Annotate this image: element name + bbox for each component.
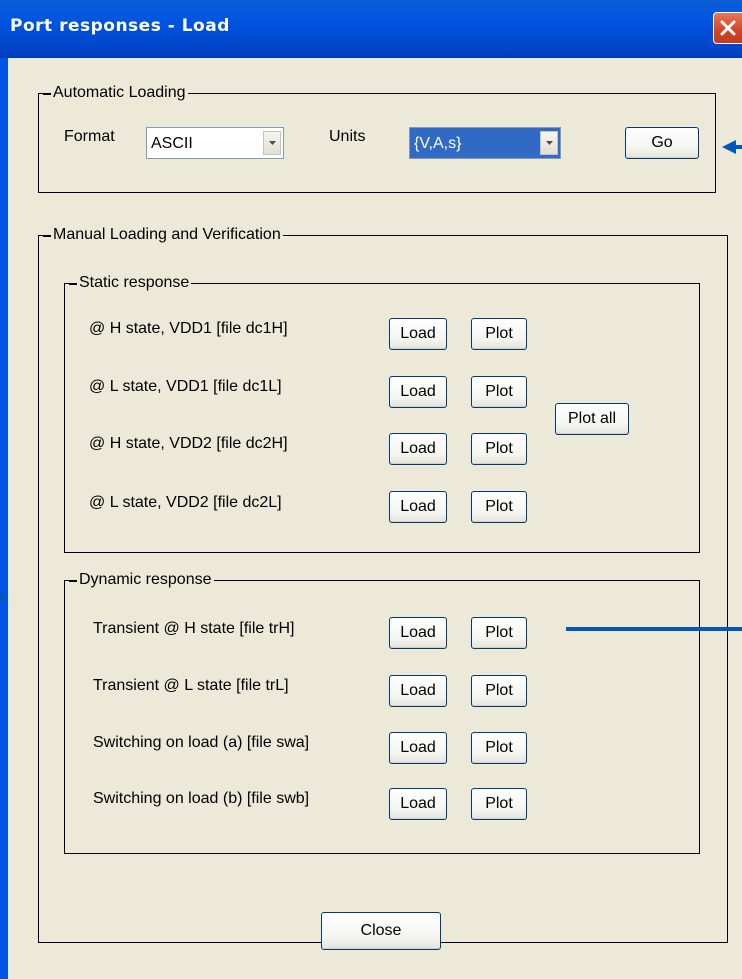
dialog-client-area: Automatic Loading Format ASCII Units {V,… [8, 58, 742, 979]
static-response-legend: Static response [77, 273, 192, 293]
dynamic-row-label: Switching on load (a) [file swa] [93, 734, 310, 751]
dynamic-response-legend: Dynamic response [77, 570, 214, 590]
window-title: Port responses - Load [10, 16, 230, 36]
plot-button-swa[interactable]: Plot [471, 732, 527, 764]
close-icon [720, 20, 736, 36]
dynamic-row-label: Transient @ L state [file trL] [93, 677, 289, 694]
units-select[interactable]: {V,A,s} [409, 127, 561, 159]
plot-all-button[interactable]: Plot all [555, 403, 629, 435]
units-dropdown-arrow[interactable] [540, 131, 558, 155]
plot-button-trl[interactable]: Plot [471, 675, 527, 707]
annotation-arrow-icon [722, 140, 742, 154]
manual-loading-legend: Manual Loading and Verification [51, 225, 283, 245]
load-button-trh[interactable]: Load [389, 617, 447, 649]
static-row-label: @ H state, VDD2 [file dc2H] [89, 435, 288, 452]
units-value: {V,A,s} [414, 135, 462, 152]
load-button-trl[interactable]: Load [389, 675, 447, 707]
format-label: Format [64, 128, 115, 145]
window-frame-left [0, 58, 8, 979]
format-select[interactable]: ASCII [146, 127, 284, 159]
dynamic-row-label: Transient @ H state [file trH] [93, 620, 295, 637]
close-button[interactable]: Close [321, 912, 441, 950]
format-dropdown-arrow[interactable] [263, 131, 281, 155]
load-button-dc1h[interactable]: Load [389, 318, 447, 350]
format-value: ASCII [151, 135, 193, 152]
plot-button-dc2h[interactable]: Plot [471, 433, 527, 465]
go-button[interactable]: Go [625, 127, 699, 159]
plot-button-dc1l[interactable]: Plot [471, 376, 527, 408]
annotation-arrow-icon [0, 592, 8, 602]
dynamic-row-label: Switching on load (b) [file swb] [93, 790, 310, 807]
plot-button-dc1h[interactable]: Plot [471, 318, 527, 350]
load-button-swa[interactable]: Load [389, 732, 447, 764]
annotation-line [566, 627, 742, 631]
plot-button-trh[interactable]: Plot [471, 617, 527, 649]
static-response-group: Static response @ H state, VDD1 [file dc… [64, 273, 700, 553]
static-row-label: @ L state, VDD2 [file dc2L] [89, 494, 282, 511]
load-button-swb[interactable]: Load [389, 788, 447, 820]
chevron-down-icon [546, 141, 553, 145]
title-bar: Port responses - Load [0, 0, 742, 58]
load-button-dc1l[interactable]: Load [389, 376, 447, 408]
chevron-down-icon [269, 141, 276, 145]
dynamic-response-group: Dynamic response Transient @ H state [fi… [64, 570, 700, 854]
units-label: Units [329, 128, 366, 145]
plot-button-swb[interactable]: Plot [471, 788, 527, 820]
automatic-loading-group: Automatic Loading Format ASCII Units {V,… [38, 83, 716, 193]
plot-button-dc2l[interactable]: Plot [471, 491, 527, 523]
static-row-label: @ H state, VDD1 [file dc1H] [89, 320, 288, 337]
automatic-loading-legend: Automatic Loading [51, 83, 188, 103]
window-close-button[interactable] [713, 12, 742, 44]
static-row-label: @ L state, VDD1 [file dc1L] [89, 378, 282, 395]
load-button-dc2l[interactable]: Load [389, 491, 447, 523]
load-button-dc2h[interactable]: Load [389, 433, 447, 465]
